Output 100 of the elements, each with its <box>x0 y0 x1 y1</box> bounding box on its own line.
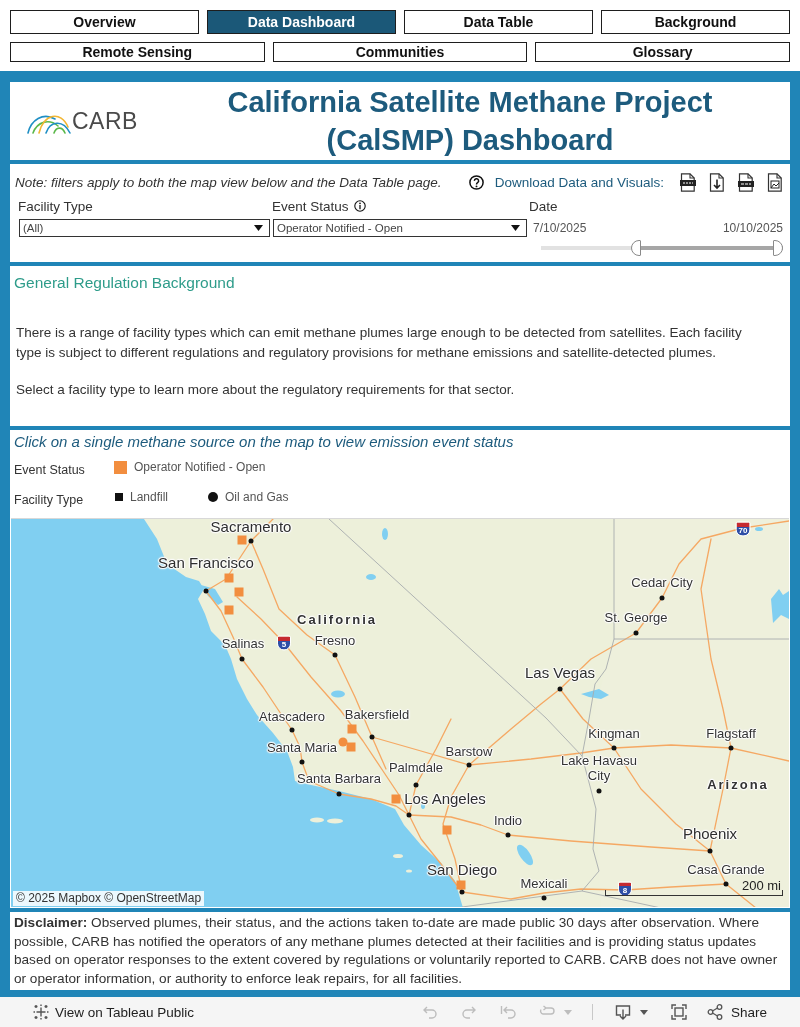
city-label: Bakersfield <box>344 707 410 723</box>
filter-label: Facility Type <box>18 198 93 214</box>
city-dot-icon <box>369 734 375 740</box>
city-dot-icon <box>332 652 338 658</box>
legend-title: Event Status <box>14 462 86 477</box>
city-dot-icon <box>505 832 511 838</box>
circle-marker-icon[interactable] <box>338 737 348 747</box>
legend-label: Oil and Gas <box>225 490 289 504</box>
city-dot-icon <box>289 727 295 733</box>
highway-shield: 70 <box>735 521 751 537</box>
nav-tab[interactable]: Glossary <box>535 42 790 62</box>
city-label: Salinas <box>221 636 265 652</box>
city-dot-icon <box>459 889 465 895</box>
city-label: Fresno <box>314 633 356 649</box>
disclaimer-text: Disclaimer: Observed plumes, their status, and the actions taken to-date are made public 30 days after observation. Where possible, CARB has notified the operators of any methane plumes detected at their facilities and is providing status updates based on operator responses to the extent covered by regulations or voluntarily reported to CARB. CARB does not have owner or operator information, or authority to enforce leak repairs, for all facilities. <box>14 914 779 988</box>
square-marker-icon[interactable] <box>391 794 401 804</box>
nav-tab[interactable]: Background <box>601 10 790 34</box>
body-paragraph: Select a facility type to learn more about the regulatory requirements for that sector. <box>15 381 516 399</box>
map-instruction-title: Click on a single methane source on the map to view emission event status <box>13 432 515 452</box>
file-icon[interactable] <box>680 172 696 192</box>
city-dot-icon <box>413 782 419 788</box>
download-icon[interactable] <box>614 1004 631 1020</box>
city-label: Santa Barbara <box>297 771 381 787</box>
square-icon <box>115 493 123 501</box>
legend-label: Landfill <box>130 490 169 504</box>
slider-handle[interactable] <box>630 240 641 256</box>
legend-title: Facility Type <box>14 492 85 507</box>
state-label: California <box>297 612 377 628</box>
city-dot-icon <box>541 895 547 901</box>
date-value: 10/10/2025 <box>722 221 783 235</box>
city-dot-icon <box>406 812 412 818</box>
square-marker-icon[interactable] <box>224 605 234 615</box>
circle-icon <box>208 492 219 502</box>
caret-icon[interactable] <box>639 1009 648 1015</box>
city-label: St. George <box>604 610 668 626</box>
city-label: Flagstaff <box>706 726 756 742</box>
logo-text: CARB <box>72 107 138 135</box>
caret-icon <box>254 225 263 231</box>
share-icon <box>706 1004 723 1020</box>
nav-tab[interactable]: Data Dashboard <box>207 10 396 34</box>
square-marker-icon[interactable] <box>237 535 247 545</box>
filter-note: Note: filters apply to both the map view below and the Data Table page. <box>15 174 443 190</box>
city-dot-icon <box>707 848 713 854</box>
city-label: Indio <box>493 813 523 829</box>
section-heading: General Regulation Background <box>14 273 236 293</box>
square-marker-icon[interactable] <box>347 724 357 734</box>
city-dot-icon <box>611 745 617 751</box>
info-icon[interactable] <box>353 200 366 212</box>
nav-tab[interactable]: Remote Sensing <box>10 42 265 62</box>
view-on-tableau-link[interactable]: View on Tableau Public <box>33 1004 195 1020</box>
fullscreen-icon[interactable] <box>670 1004 687 1020</box>
file-icon[interactable] <box>738 172 754 192</box>
image-document-icon[interactable] <box>767 172 783 192</box>
body-paragraph: There is a range of facility types which can emit methane plumes large enough to be detected from satellites. Each facility type is subject to different regulations and regulatory provisions for methane emissions and satellite-detected plumes. <box>15 324 743 362</box>
nav-tab[interactable]: Data Table <box>404 10 593 34</box>
square-marker-icon[interactable] <box>442 825 452 835</box>
date-value: 7/10/2025 <box>533 221 587 235</box>
city-dot-icon <box>659 595 665 601</box>
city-dot-icon <box>239 656 245 662</box>
square-marker-icon[interactable] <box>456 880 466 890</box>
square-marker-icon[interactable] <box>224 573 234 583</box>
city-dot-icon <box>203 588 209 594</box>
caret-icon <box>511 225 520 231</box>
city-label: Casa Grande <box>687 862 765 878</box>
document-download-icon[interactable] <box>709 172 725 192</box>
plus-grid-icon <box>33 1004 49 1020</box>
state-label: Arizona <box>707 777 769 793</box>
city-label: Lake Havasu City <box>560 754 638 784</box>
legend-label: Operator Notified - Open <box>134 460 266 474</box>
city-label: Mexicali <box>520 876 568 892</box>
filter-dropdown[interactable]: (All) <box>19 219 270 237</box>
download-label: Download Data and Visuals: <box>494 174 664 190</box>
scale-label: 200 mi <box>741 879 781 892</box>
nav-tab[interactable]: Overview <box>10 10 199 34</box>
dashboard-title: California Satellite Methane Project (CalSMP) Dashboard <box>226 85 714 158</box>
filter-dropdown[interactable]: Operator Notified - Open <box>273 219 527 237</box>
city-label: Palmdale <box>388 760 444 776</box>
city-dot-icon <box>728 745 734 751</box>
map-attribution: © 2025 Mapbox © OpenStreetMap <box>13 891 205 906</box>
square-marker-icon[interactable] <box>346 742 356 752</box>
city-dot-icon <box>299 759 305 765</box>
highway-shield: 5 <box>277 635 291 651</box>
city-dot-icon <box>633 630 639 636</box>
slider-handle[interactable] <box>773 240 783 256</box>
city-dot-icon <box>723 881 729 887</box>
help-icon[interactable] <box>468 174 484 190</box>
city-label: Cedar City <box>631 575 693 591</box>
filter-label: Event Status <box>272 198 349 214</box>
city-label: Santa Maria <box>266 740 338 756</box>
filter-label: Date <box>529 198 558 214</box>
city-dot-icon <box>557 686 563 692</box>
city-dot-icon <box>596 788 602 794</box>
date-range-slider[interactable] <box>541 240 783 256</box>
nav-tab[interactable]: Communities <box>272 42 528 62</box>
city-label: Los Angeles <box>404 790 486 808</box>
share-button[interactable]: Share <box>706 1004 767 1020</box>
square-marker-icon[interactable] <box>234 587 244 597</box>
city-label: Atascadero <box>259 709 325 725</box>
city-dot-icon <box>248 538 254 544</box>
city-label: Las Vegas <box>524 664 596 682</box>
